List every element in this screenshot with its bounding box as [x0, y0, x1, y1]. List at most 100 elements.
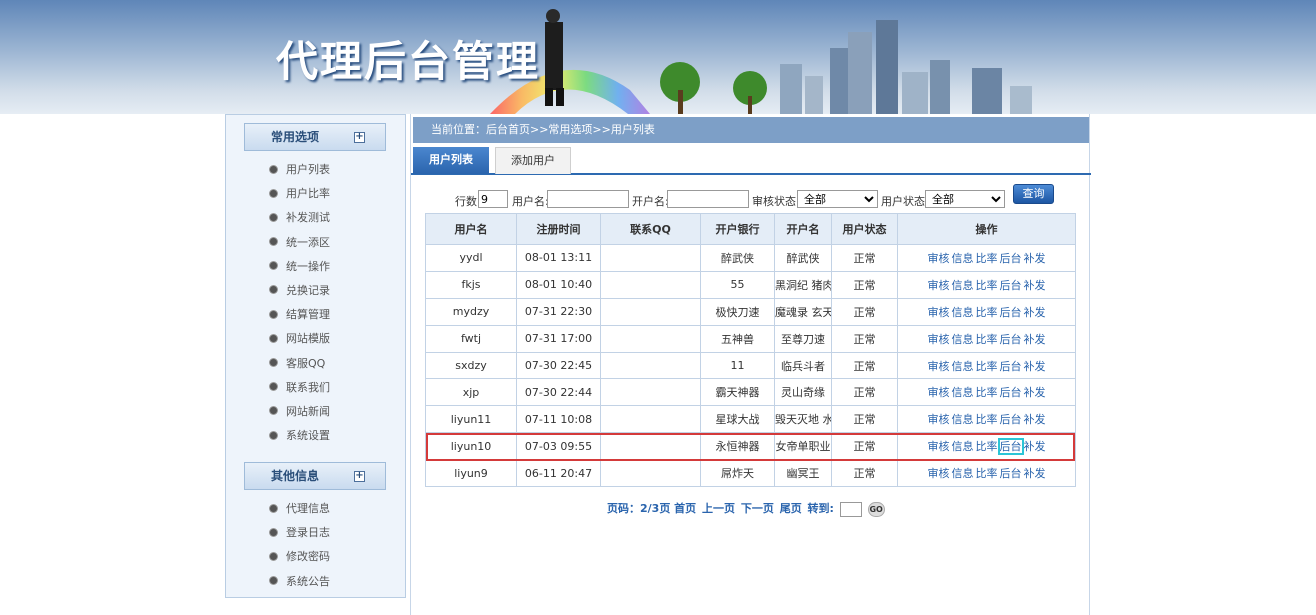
row-action-link[interactable]: 后台: [1000, 413, 1022, 426]
first-page-link[interactable]: 首页: [674, 502, 696, 515]
row-action-link[interactable]: 审核: [928, 386, 950, 399]
goto-page-input[interactable]: [839, 501, 862, 517]
column-header: 联系QQ: [600, 213, 701, 245]
table-cell: 07-31 22:30: [516, 297, 601, 326]
row-action-link[interactable]: 补发: [1024, 467, 1046, 480]
row-action-link[interactable]: 后台: [1000, 386, 1022, 399]
sidebar-item[interactable]: 客服QQ: [270, 352, 330, 376]
sidebar-item[interactable]: 统一操作: [270, 255, 330, 279]
bullet-icon: [270, 577, 277, 585]
row-action-link[interactable]: 后台: [1000, 467, 1022, 480]
row-action-link[interactable]: 比率: [976, 386, 998, 399]
column-header: 操作: [897, 213, 1076, 245]
row-action-link[interactable]: 比率: [976, 360, 998, 373]
row-action-link[interactable]: 审核: [928, 252, 950, 265]
prev-page-link[interactable]: 上一页: [702, 502, 735, 515]
row-action-link[interactable]: 补发: [1024, 279, 1046, 292]
pagination: 页码：2/3页 首页 上一页 下一页 尾页 转到: GO: [607, 500, 885, 517]
sidebar-item[interactable]: 用户比率: [270, 182, 330, 206]
bullet-icon: [270, 504, 277, 512]
bullet-icon: [270, 262, 277, 270]
main-panel: 当前位置：后台首页>>常用选项>>用户列表 用户列表 添加用户 行数: 用户名:…: [410, 114, 1091, 615]
row-action-link[interactable]: 信息: [952, 440, 974, 453]
bullet-icon: [270, 528, 277, 536]
sidebar-item[interactable]: 系统设置: [270, 424, 330, 448]
row-action-link[interactable]: 信息: [952, 413, 974, 426]
row-action-link[interactable]: 补发: [1024, 252, 1046, 265]
opener-input[interactable]: [667, 190, 749, 208]
expand-icon[interactable]: +: [354, 132, 365, 143]
sidebar-item[interactable]: 联系我们: [270, 376, 330, 400]
table-cell: 正常: [831, 244, 898, 272]
row-action-link[interactable]: 信息: [952, 386, 974, 399]
row-action-link[interactable]: 审核: [928, 360, 950, 373]
row-action-link[interactable]: 补发: [1024, 306, 1046, 319]
sidebar-item[interactable]: 登录日志: [270, 521, 330, 545]
sidebar-item[interactable]: 网站模版: [270, 327, 330, 351]
row-actions: 审核 信息 比率 后台 补发: [897, 378, 1076, 407]
tab-add-user[interactable]: 添加用户: [495, 147, 571, 174]
bullet-icon: [270, 431, 277, 439]
row-action-link[interactable]: 审核: [928, 306, 950, 319]
row-action-link[interactable]: 信息: [952, 252, 974, 265]
tab-user-list[interactable]: 用户列表: [413, 147, 489, 174]
table-cell: 11: [700, 351, 775, 380]
row-action-link[interactable]: 比率: [976, 306, 998, 319]
sidebar-section-other[interactable]: 其他信息 +: [244, 462, 386, 490]
sidebar-item-label: 用户比率: [286, 187, 330, 201]
row-action-link[interactable]: 审核: [928, 467, 950, 480]
row-action-link[interactable]: 后台: [997, 438, 1024, 456]
row-action-link[interactable]: 补发: [1024, 333, 1046, 346]
row-actions: 审核 信息 比率 后台 补发: [897, 405, 1076, 434]
table-cell: [600, 324, 701, 353]
row-action-link[interactable]: 比率: [976, 440, 998, 453]
sidebar-item[interactable]: 结算管理: [270, 303, 330, 327]
sidebar-item[interactable]: 统一添区: [270, 231, 330, 255]
row-action-link[interactable]: 信息: [952, 467, 974, 480]
last-page-link[interactable]: 尾页: [780, 502, 802, 515]
sidebar-item[interactable]: 用户列表: [270, 158, 330, 182]
sidebar-item[interactable]: 网站新闻: [270, 400, 330, 424]
row-action-link[interactable]: 信息: [952, 306, 974, 319]
row-action-link[interactable]: 信息: [952, 279, 974, 292]
go-button[interactable]: GO: [867, 501, 885, 517]
row-action-link[interactable]: 比率: [976, 413, 998, 426]
row-action-link[interactable]: 信息: [952, 360, 974, 373]
row-action-link[interactable]: 审核: [928, 279, 950, 292]
query-button[interactable]: 查询: [1013, 184, 1054, 204]
row-action-link[interactable]: 补发: [1024, 413, 1046, 426]
row-action-link[interactable]: 审核: [928, 440, 950, 453]
expand-icon[interactable]: +: [354, 471, 365, 482]
sidebar-item[interactable]: 代理信息: [270, 497, 330, 521]
row-action-link[interactable]: 后台: [1000, 252, 1022, 265]
sidebar-item[interactable]: 系统公告: [270, 570, 330, 594]
row-action-link[interactable]: 后台: [1000, 360, 1022, 373]
row-action-link[interactable]: 补发: [1024, 360, 1046, 373]
row-action-link[interactable]: 审核: [928, 333, 950, 346]
page-count: 2/3页: [640, 502, 671, 515]
username-input[interactable]: [547, 190, 629, 208]
audit-status-select[interactable]: 全部: [797, 190, 878, 208]
table-cell: 07-11 10:08: [516, 405, 601, 434]
row-action-link[interactable]: 后台: [1000, 306, 1022, 319]
row-action-link[interactable]: 比率: [976, 279, 998, 292]
row-action-link[interactable]: 比率: [976, 333, 998, 346]
rows-label: 行数:: [455, 195, 481, 208]
row-action-link[interactable]: 比率: [976, 252, 998, 265]
row-action-link[interactable]: 后台: [1000, 333, 1022, 346]
next-page-link[interactable]: 下一页: [741, 502, 774, 515]
sidebar-item[interactable]: 修改密码: [270, 545, 330, 569]
row-action-link[interactable]: 补发: [1024, 386, 1046, 399]
row-action-link[interactable]: 审核: [928, 413, 950, 426]
row-action-link[interactable]: 补发: [1024, 440, 1046, 453]
header-banner: 代理后台管理: [0, 0, 1316, 114]
rows-input[interactable]: [478, 190, 508, 208]
sidebar-item[interactable]: 补发测试: [270, 206, 330, 230]
sidebar-list-other: 代理信息 登录日志 修改密码 系统公告: [270, 497, 330, 594]
sidebar-item[interactable]: 兑换记录: [270, 279, 330, 303]
sidebar-section-common[interactable]: 常用选项 +: [244, 123, 386, 151]
user-status-select[interactable]: 全部: [925, 190, 1005, 208]
row-action-link[interactable]: 信息: [952, 333, 974, 346]
row-action-link[interactable]: 比率: [976, 467, 998, 480]
row-action-link[interactable]: 后台: [1000, 279, 1022, 292]
